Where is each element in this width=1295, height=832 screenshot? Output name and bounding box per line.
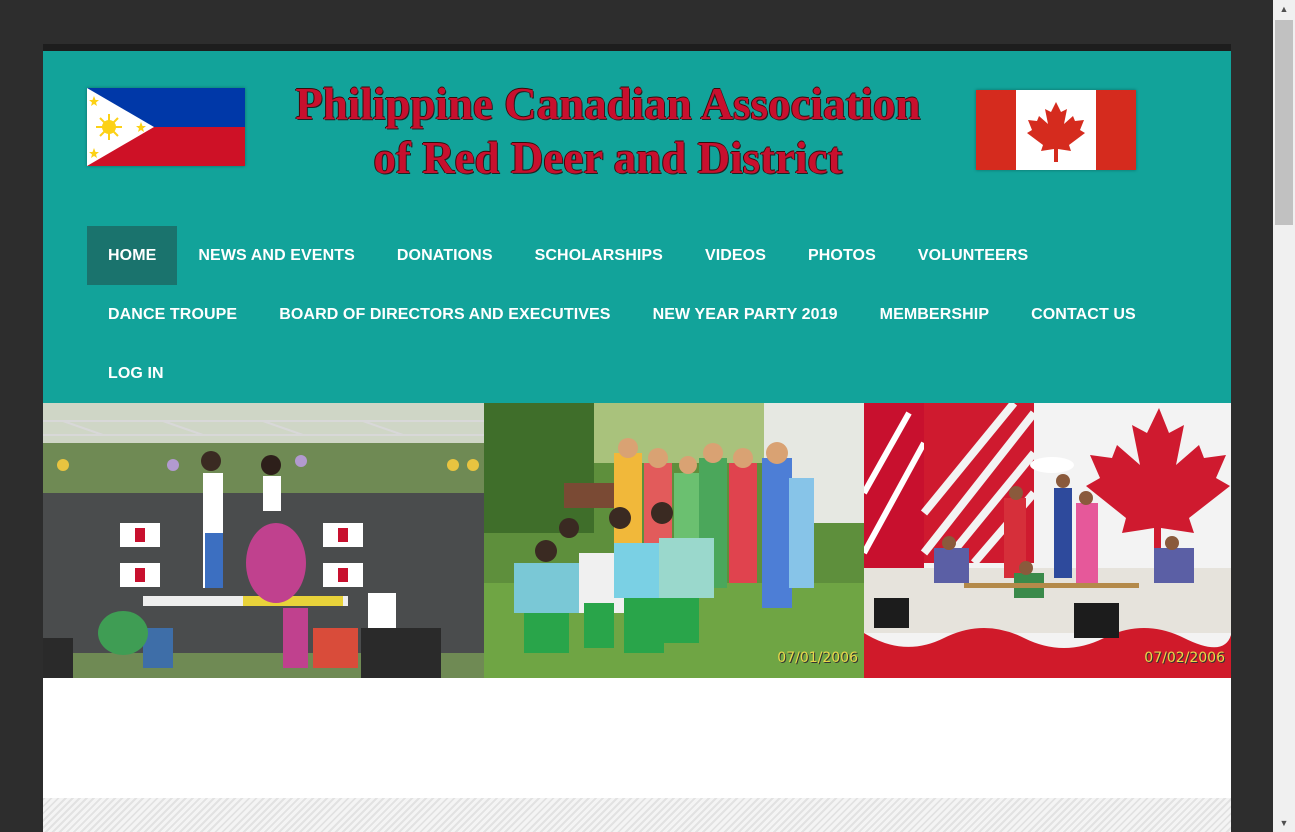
nav-row-3: LOG IN <box>87 344 1197 403</box>
top-bar <box>43 44 1231 51</box>
banner-photo-group-portrait: 07/01/2006 <box>484 403 864 678</box>
scroll-up-arrow-icon[interactable]: ▲ <box>1273 0 1295 18</box>
nav-item-new-year-party-2019[interactable]: NEW YEAR PARTY 2019 <box>632 285 859 344</box>
nav-item-board-of-directors[interactable]: BOARD OF DIRECTORS AND EXECUTIVES <box>258 285 631 344</box>
nav-item-volunteers[interactable]: VOLUNTEERS <box>897 226 1049 285</box>
photo-date-stamp: 07/01/2006 <box>777 650 858 666</box>
banner-photo-maple-stage: 07/02/2006 <box>864 403 1231 678</box>
site-title-line1: Philippine Canadian Association <box>295 79 921 129</box>
banner-photos: 07/01/2006 07/02/2006 <box>43 403 1231 678</box>
nav-item-home[interactable]: HOME <box>87 226 178 285</box>
main-navigation: HOME NEWS AND EVENTS DONATIONS SCHOLARSH… <box>87 226 1197 403</box>
vertical-scrollbar[interactable]: ▲ ▼ <box>1273 0 1295 832</box>
scrollbar-thumb[interactable] <box>1275 20 1293 225</box>
nav-item-photos[interactable]: PHOTOS <box>787 226 897 285</box>
scroll-down-arrow-icon[interactable]: ▼ <box>1273 814 1295 832</box>
philippine-flag-icon <box>87 88 245 166</box>
banner-photo-stage-dance <box>43 403 484 678</box>
content-divider-stripe <box>43 798 1231 832</box>
photo-date-stamp: 07/02/2006 <box>1144 650 1225 666</box>
nav-item-scholarships[interactable]: SCHOLARSHIPS <box>514 226 684 285</box>
nav-row-2: DANCE TROUPE BOARD OF DIRECTORS AND EXEC… <box>87 285 1197 344</box>
nav-item-dance-troupe[interactable]: DANCE TROUPE <box>87 285 258 344</box>
nav-item-donations[interactable]: DONATIONS <box>376 226 514 285</box>
nav-item-membership[interactable]: MEMBERSHIP <box>859 285 1010 344</box>
site-title-line2: of Red Deer and District <box>373 133 843 183</box>
canadian-flag-icon <box>976 90 1136 170</box>
page: Philippine Canadian Association of Red D… <box>43 44 1231 832</box>
site-header: Philippine Canadian Association of Red D… <box>43 51 1231 403</box>
nav-item-news-and-events[interactable]: NEWS AND EVENTS <box>177 226 375 285</box>
nav-item-videos[interactable]: VIDEOS <box>684 226 787 285</box>
nav-item-contact-us[interactable]: CONTACT US <box>1010 285 1157 344</box>
nav-item-log-in[interactable]: LOG IN <box>87 344 185 403</box>
site-title[interactable]: Philippine Canadian Association of Red D… <box>253 77 963 185</box>
nav-row-1: HOME NEWS AND EVENTS DONATIONS SCHOLARSH… <box>87 226 1197 285</box>
